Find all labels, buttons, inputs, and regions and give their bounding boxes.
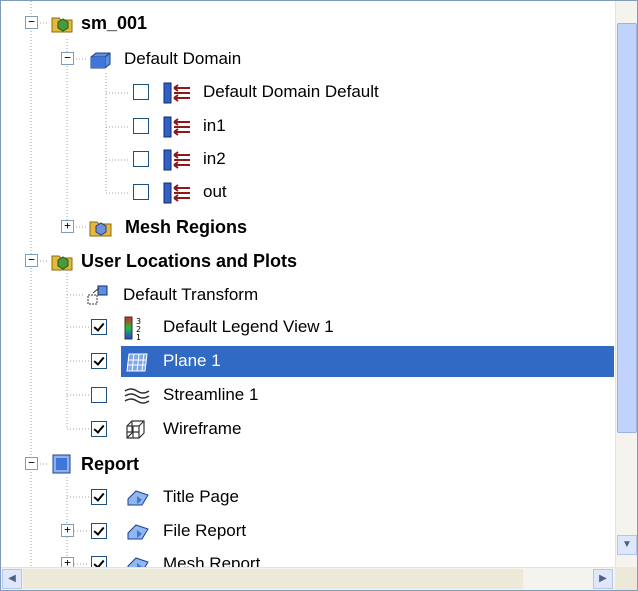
mesh-folder-icon xyxy=(89,221,112,237)
tree-item-user-locations[interactable]: − User Locations and Plots xyxy=(1,246,615,276)
tree-item-label: Mesh Regions xyxy=(125,217,248,237)
report-page-icon xyxy=(127,490,149,506)
collapse-icon[interactable]: − xyxy=(25,457,38,470)
svg-text:1: 1 xyxy=(136,333,141,341)
tree-item-mesh-report[interactable]: + Mesh Report xyxy=(1,549,615,567)
horizontal-scroll-thumb[interactable] xyxy=(23,569,523,589)
scrollbar-corner xyxy=(615,567,637,590)
tree-item-default-domain-default[interactable]: Default Domain Default xyxy=(1,77,615,107)
scroll-left-button[interactable]: ◀ xyxy=(2,569,22,589)
tree-item-label: Default Transform xyxy=(123,285,259,304)
scroll-right-button[interactable]: ▶ xyxy=(593,569,613,589)
boundary-icon xyxy=(163,182,190,204)
boundary-icon xyxy=(163,82,190,104)
tree-item-label: Mesh Report xyxy=(163,554,261,567)
tree-item-default-domain[interactable]: − Default Domain xyxy=(1,44,615,74)
vertical-scroll-thumb[interactable] xyxy=(617,23,637,433)
transform-icon xyxy=(87,285,108,305)
tree-item-label: in2 xyxy=(203,149,226,168)
visibility-checkbox[interactable] xyxy=(91,489,107,505)
visibility-checkbox[interactable] xyxy=(133,118,149,134)
visibility-checkbox[interactable] xyxy=(91,421,107,437)
visibility-checkbox[interactable] xyxy=(91,353,107,369)
tree-view[interactable]: − sm_001 − Default Domain Default Domain… xyxy=(1,1,615,567)
vertical-scrollbar[interactable]: ▼ xyxy=(615,1,637,567)
visibility-checkbox[interactable] xyxy=(133,84,149,100)
boundary-icon xyxy=(163,149,190,171)
tree-item-in2[interactable]: in2 xyxy=(1,144,615,174)
tree-item-default-transform[interactable]: Default Transform xyxy=(1,280,615,310)
visibility-checkbox[interactable] xyxy=(91,523,107,539)
tree-item-out[interactable]: out xyxy=(1,177,615,207)
outline-tree-panel: − sm_001 − Default Domain Default Domain… xyxy=(0,0,638,591)
tree-item-report[interactable]: − Report xyxy=(1,449,615,479)
collapse-icon[interactable]: − xyxy=(25,254,38,267)
report-icon xyxy=(52,454,71,474)
legend-icon: 3 2 1 xyxy=(124,316,141,341)
scroll-down-button[interactable]: ▼ xyxy=(617,535,637,555)
tree-item-label: Title Page xyxy=(163,487,239,506)
visibility-checkbox[interactable] xyxy=(91,387,107,403)
tree-item-mesh-regions[interactable]: + Mesh Regions xyxy=(1,212,615,242)
report-page-icon xyxy=(127,524,149,540)
visibility-checkbox[interactable] xyxy=(91,319,107,335)
expand-icon[interactable]: + xyxy=(61,524,74,537)
tree-item-label: Plane 1 xyxy=(163,351,221,370)
visibility-checkbox[interactable] xyxy=(133,184,149,200)
tree-item-label: Wireframe xyxy=(163,419,242,438)
visibility-checkbox[interactable] xyxy=(133,151,149,167)
report-page-icon xyxy=(127,557,149,567)
boundary-icon xyxy=(163,116,190,138)
horizontal-scrollbar[interactable]: ◀ ▶ xyxy=(1,567,615,590)
tree-item-label: in1 xyxy=(203,116,226,135)
tree-item-label: Report xyxy=(81,454,139,474)
tree-item-label: out xyxy=(203,182,227,201)
tree-item-label: Default Domain xyxy=(124,49,242,68)
tree-item-in1[interactable]: in1 xyxy=(1,111,615,141)
tree-item-streamline-1[interactable]: Streamline 1 xyxy=(1,380,615,410)
wireframe-icon xyxy=(126,420,145,439)
tree-item-label: Default Legend View 1 xyxy=(163,317,334,336)
tree-item-label: sm_001 xyxy=(81,13,148,33)
tree-item-wireframe[interactable]: Wireframe xyxy=(1,414,615,444)
tree-item-label: File Report xyxy=(163,521,247,540)
domain-box-icon xyxy=(90,52,111,69)
tree-item-plane-1[interactable]: Plane 1 xyxy=(1,346,615,377)
tree-item-file-report[interactable]: + File Report xyxy=(1,516,615,546)
user-locations-folder-icon xyxy=(51,255,73,271)
visibility-checkbox[interactable] xyxy=(91,556,107,567)
expand-icon[interactable]: + xyxy=(61,220,74,233)
tree-item-title-page[interactable]: Title Page xyxy=(1,482,615,512)
tree-item-label: Streamline 1 xyxy=(163,385,259,404)
tree-item-sm-001[interactable]: − sm_001 xyxy=(1,8,615,38)
streamline-icon xyxy=(124,388,150,404)
collapse-icon[interactable]: − xyxy=(25,16,38,29)
expand-icon[interactable]: + xyxy=(61,557,74,567)
collapse-icon[interactable]: − xyxy=(61,52,74,65)
case-folder-icon xyxy=(51,17,73,33)
tree-item-default-legend-view-1[interactable]: 3 2 1 Default Legend View 1 xyxy=(1,312,615,342)
tree-item-label: User Locations and Plots xyxy=(81,251,298,271)
tree-item-label: Default Domain Default xyxy=(203,82,379,101)
plane-icon xyxy=(126,353,148,372)
